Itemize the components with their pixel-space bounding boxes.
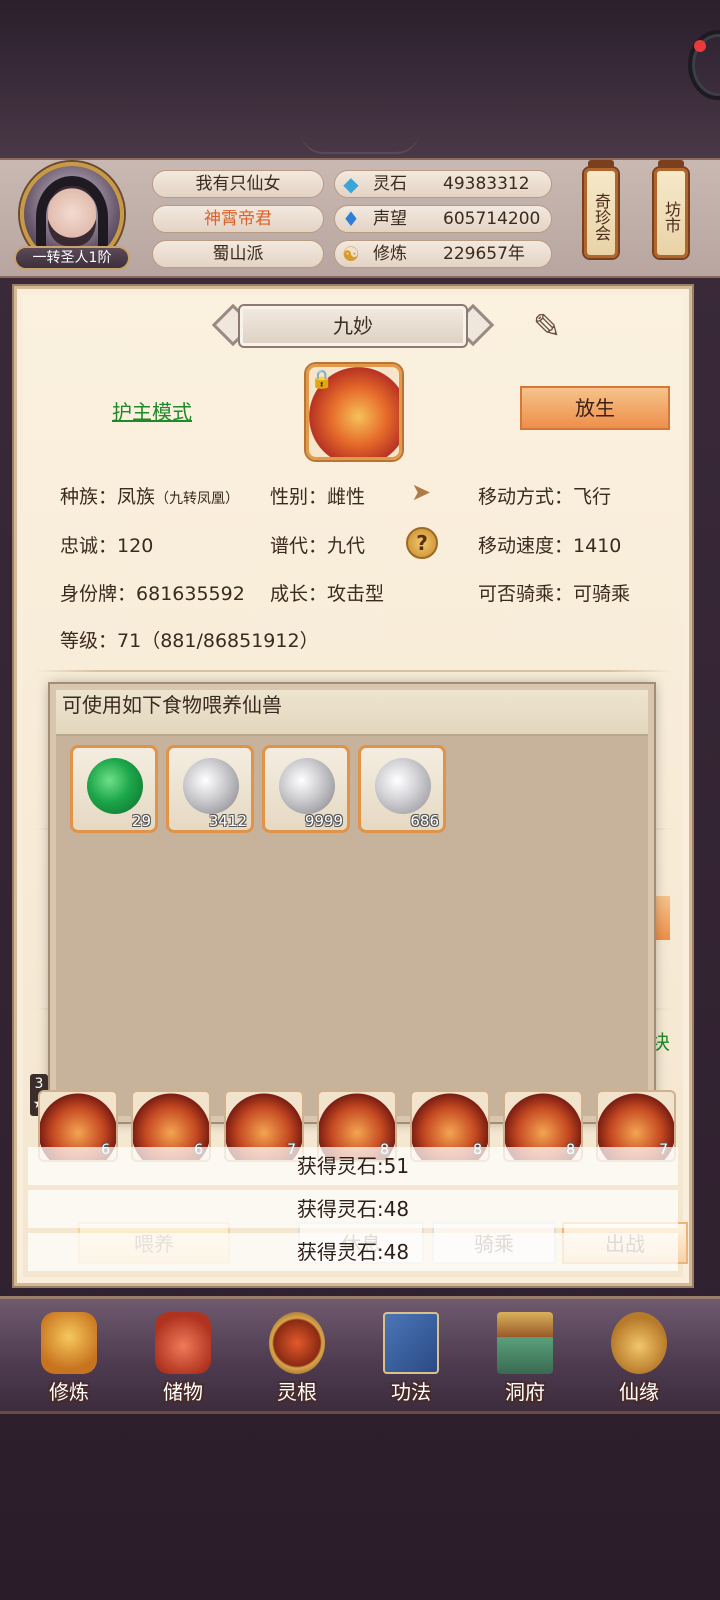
nav-label: 洞府 bbox=[505, 1380, 545, 1404]
move-speed-attribute: 移动速度：1410 bbox=[478, 531, 621, 558]
resource-prestige: ♦ 声望 605714200 bbox=[334, 205, 552, 233]
attr-label: 性别： bbox=[270, 486, 328, 508]
nav-label: 灵根 bbox=[277, 1380, 317, 1404]
top-ornament bbox=[300, 130, 420, 154]
nav-skills[interactable]: 功法 bbox=[356, 1306, 466, 1406]
food-slot[interactable]: 9999 bbox=[262, 745, 350, 833]
rename-book-icon[interactable]: ✎ bbox=[522, 306, 572, 348]
nav-cave[interactable]: 洞府 bbox=[470, 1306, 580, 1406]
resource-value: 605714200 bbox=[443, 209, 541, 229]
avatar-face bbox=[48, 186, 96, 246]
arrow-right-icon[interactable]: ➤ bbox=[404, 478, 438, 506]
nav-label: 功法 bbox=[391, 1380, 431, 1404]
player-title: 神霄帝君 bbox=[152, 205, 324, 233]
attr-label: 等级： bbox=[60, 630, 118, 652]
spirit-stone-icon: ◆ bbox=[343, 172, 359, 196]
attr-value: 681635592 bbox=[136, 583, 245, 605]
level-attribute: 等级：71（881/86851912） bbox=[60, 626, 319, 653]
immortal-fate-icon bbox=[611, 1312, 667, 1374]
prestige-icon: ♦ bbox=[342, 207, 360, 231]
food-count: 29 bbox=[131, 812, 151, 830]
player-name: 我有只仙女 bbox=[152, 170, 324, 198]
attr-value: 凤族 bbox=[117, 486, 156, 508]
attr-label: 移动方式： bbox=[478, 486, 574, 508]
skill-book-icon bbox=[383, 1312, 439, 1374]
attr-value: 71（881/86851912） bbox=[117, 630, 319, 652]
food-count: 3412 bbox=[208, 812, 247, 830]
attr-value: 雌性 bbox=[327, 486, 366, 508]
food-slot[interactable]: 3412 bbox=[166, 745, 254, 833]
attr-value: 九代 bbox=[327, 535, 366, 557]
lantern-cap bbox=[658, 160, 684, 168]
guard-mode-link[interactable]: 护主模式 bbox=[112, 396, 192, 425]
silver-swirl-orb-icon bbox=[375, 758, 431, 814]
nav-cultivate[interactable]: 修炼 bbox=[14, 1306, 124, 1406]
reward-toast: 获得灵石:51 bbox=[28, 1147, 678, 1185]
market-button[interactable]: 坊市 bbox=[654, 168, 688, 258]
rideable-attribute: 可否骑乘：可骑乘 bbox=[478, 579, 630, 606]
nav-spirit-root[interactable]: 灵根 bbox=[242, 1306, 352, 1406]
resource-label: 修炼 bbox=[373, 244, 407, 264]
resource-spirit-stone: ◆ 灵石 49383312 bbox=[334, 170, 552, 198]
release-button[interactable]: 放生 bbox=[520, 386, 670, 430]
food-popup-title: 可使用如下食物喂养仙兽 bbox=[56, 690, 648, 736]
green-jade-orb-icon bbox=[87, 758, 143, 814]
resource-value: 49383312 bbox=[443, 174, 530, 194]
cave-mansion-icon bbox=[497, 1312, 553, 1374]
pet-name: 九妙 bbox=[238, 304, 468, 348]
resource-label: 灵石 bbox=[373, 174, 407, 194]
player-sect: 蜀山派 bbox=[152, 240, 324, 268]
bottom-background bbox=[0, 1414, 720, 1600]
lantern-cap bbox=[588, 160, 614, 168]
attr-value: 飞行 bbox=[573, 486, 612, 508]
attr-label: 身份牌： bbox=[60, 583, 137, 605]
attr-label: 忠诚： bbox=[60, 535, 118, 557]
food-count: 9999 bbox=[304, 812, 343, 830]
attr-value: 120 bbox=[117, 535, 154, 557]
attr-value: 1410 bbox=[573, 535, 622, 557]
silver-phoenix-orb-icon bbox=[279, 758, 335, 814]
move-type-attribute: 移动方式：飞行 bbox=[478, 482, 611, 509]
nav-storage[interactable]: 储物 bbox=[128, 1306, 238, 1406]
resource-value: 229657年 bbox=[443, 244, 525, 264]
section-divider bbox=[34, 670, 674, 672]
growth-attribute: 成长：攻击型 bbox=[270, 579, 384, 606]
question-mark-icon[interactable]: ? bbox=[406, 527, 438, 559]
food-slot[interactable]: 29 bbox=[70, 745, 158, 833]
reward-toast: 获得灵石:48 bbox=[28, 1233, 678, 1271]
storage-bag-icon bbox=[155, 1312, 211, 1374]
cultivation-icon: ☯ bbox=[342, 242, 360, 266]
attr-label: 成长： bbox=[270, 583, 328, 605]
nav-fate[interactable]: 仙缘 bbox=[584, 1306, 694, 1406]
reward-toast: 获得灵石:48 bbox=[28, 1190, 678, 1228]
attr-label: 种族： bbox=[60, 486, 118, 508]
nav-label: 修炼 bbox=[49, 1380, 89, 1404]
spirit-root-icon bbox=[269, 1312, 325, 1374]
generation-attribute: 谱代：九代 bbox=[270, 531, 365, 558]
id-attribute: 身份牌：681635592 bbox=[60, 579, 245, 606]
nav-label: 仙缘 bbox=[619, 1380, 659, 1404]
pet-name-plate: 九妙 bbox=[211, 302, 495, 350]
race-attribute: 种族：凤族（九转凤凰） bbox=[60, 482, 239, 509]
nav-label: 储物 bbox=[163, 1380, 203, 1404]
food-slot[interactable]: 686 bbox=[358, 745, 446, 833]
resource-cultivation: ☯ 修炼 229657年 bbox=[334, 240, 552, 268]
attr-label: 移动速度： bbox=[478, 535, 574, 557]
attr-value: 攻击型 bbox=[327, 583, 385, 605]
lock-icon[interactable]: 🔒 bbox=[310, 368, 334, 392]
attr-label: 可否骑乘： bbox=[478, 583, 574, 605]
silver-phoenix-orb-icon bbox=[183, 758, 239, 814]
loyalty-attribute: 忠诚：120 bbox=[60, 531, 153, 558]
attr-label: 谱代： bbox=[270, 535, 328, 557]
treasure-auction-button[interactable]: 奇珍会 bbox=[584, 168, 618, 258]
attr-sub: （九转凤凰） bbox=[155, 491, 240, 507]
cultivate-monk-icon bbox=[41, 1312, 97, 1374]
resource-label: 声望 bbox=[373, 209, 407, 229]
notification-dot-icon bbox=[694, 40, 706, 52]
rank-badge: 一转圣人1阶 bbox=[14, 246, 130, 270]
food-count: 686 bbox=[410, 812, 439, 830]
gender-attribute: 性别：雌性 bbox=[270, 482, 365, 509]
attr-value: 可骑乘 bbox=[573, 583, 631, 605]
